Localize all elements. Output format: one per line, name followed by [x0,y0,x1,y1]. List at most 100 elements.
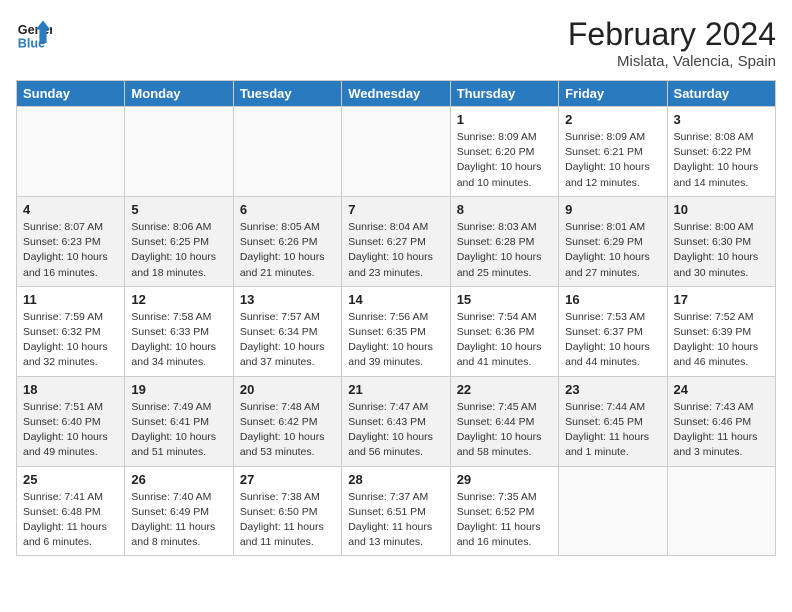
svg-text:General: General [18,23,52,37]
calendar-cell [17,107,125,197]
calendar-cell [125,107,233,197]
day-number: 4 [23,202,118,217]
main-title: February 2024 [568,16,776,53]
day-info: Sunrise: 8:04 AM Sunset: 6:27 PM Dayligh… [348,220,443,281]
day-number: 25 [23,472,118,487]
day-number: 12 [131,292,226,307]
day-number: 26 [131,472,226,487]
calendar-cell: 11 Sunrise: 7:59 AM Sunset: 6:32 PM Dayli… [17,286,125,376]
day-number: 6 [240,202,335,217]
day-header-saturday: Saturday [667,81,775,107]
calendar-cell: 22 Sunrise: 7:45 AM Sunset: 6:44 PM Dayli… [450,376,558,466]
day-number: 15 [457,292,552,307]
title-area: February 2024 Mislata, Valencia, Spain [568,16,776,70]
calendar-table: SundayMondayTuesdayWednesdayThursdayFrid… [16,80,776,556]
day-info: Sunrise: 7:40 AM Sunset: 6:49 PM Dayligh… [131,490,226,551]
calendar-cell: 28Sunrise: 7:37 AM Sunset: 6:51 PM Dayli… [342,466,450,556]
day-info: Sunrise: 8:05 AM Sunset: 6:26 PM Dayligh… [240,220,335,281]
day-number: 5 [131,202,226,217]
day-number: 7 [348,202,443,217]
calendar-cell: 20Sunrise: 7:48 AM Sunset: 6:42 PM Dayli… [233,376,341,466]
day-number: 10 [674,202,769,217]
day-info: Sunrise: 7:41 AM Sunset: 6:48 PM Dayligh… [23,490,118,551]
calendar-cell: 14 Sunrise: 7:56 AM Sunset: 6:35 PM Dayli… [342,286,450,376]
day-number: 3 [674,112,769,127]
day-number: 13 [240,292,335,307]
calendar-week-3: 11 Sunrise: 7:59 AM Sunset: 6:32 PM Dayli… [17,286,776,376]
day-number: 1 [457,112,552,127]
calendar-cell: 13 Sunrise: 7:57 AM Sunset: 6:34 PM Dayli… [233,286,341,376]
day-number: 9 [565,202,660,217]
calendar-week-2: 4 Sunrise: 8:07 AM Sunset: 6:23 PM Daylig… [17,196,776,286]
day-info: Sunrise: 7:59 AM Sunset: 6:32 PM Dayligh… [23,310,118,371]
logo-icon: General Blue [16,16,52,52]
day-number: 21 [348,382,443,397]
day-number: 2 [565,112,660,127]
calendar-week-1: 1 Sunrise: 8:09 AM Sunset: 6:20 PM Daylig… [17,107,776,197]
logo: General Blue [16,16,52,52]
day-info: Sunrise: 7:51 AM Sunset: 6:40 PM Dayligh… [23,400,118,461]
calendar-week-4: 18 Sunrise: 7:51 AM Sunset: 6:40 PM Dayli… [17,376,776,466]
day-info: Sunrise: 8:07 AM Sunset: 6:23 PM Dayligh… [23,220,118,281]
day-info: Sunrise: 7:53 AM Sunset: 6:37 PM Dayligh… [565,310,660,371]
day-header-monday: Monday [125,81,233,107]
calendar-cell [233,107,341,197]
day-info: Sunrise: 7:54 AM Sunset: 6:36 PM Dayligh… [457,310,552,371]
calendar-week-5: 25 Sunrise: 7:41 AM Sunset: 6:48 PM Dayli… [17,466,776,556]
page-header: General Blue February 2024 Mislata, Vale… [16,16,776,70]
day-info: Sunrise: 7:35 AM Sunset: 6:52 PM Dayligh… [457,490,552,551]
calendar-cell: 29Sunrise: 7:35 AM Sunset: 6:52 PM Dayli… [450,466,558,556]
day-info: Sunrise: 7:43 AM Sunset: 6:46 PM Dayligh… [674,400,769,461]
day-info: Sunrise: 8:08 AM Sunset: 6:22 PM Dayligh… [674,130,769,191]
day-info: Sunrise: 7:38 AM Sunset: 6:50 PM Dayligh… [240,490,335,551]
day-info: Sunrise: 7:58 AM Sunset: 6:33 PM Dayligh… [131,310,226,371]
calendar-cell: 18 Sunrise: 7:51 AM Sunset: 6:40 PM Dayli… [17,376,125,466]
day-number: 17 [674,292,769,307]
day-info: Sunrise: 8:09 AM Sunset: 6:20 PM Dayligh… [457,130,552,191]
calendar-cell: 5Sunrise: 8:06 AM Sunset: 6:25 PM Daylig… [125,196,233,286]
calendar-cell: 1 Sunrise: 8:09 AM Sunset: 6:20 PM Daylig… [450,107,558,197]
day-info: Sunrise: 7:45 AM Sunset: 6:44 PM Dayligh… [457,400,552,461]
calendar-cell: 21 Sunrise: 7:47 AM Sunset: 6:43 PM Dayli… [342,376,450,466]
calendar-cell: 2 Sunrise: 8:09 AM Sunset: 6:21 PM Daylig… [559,107,667,197]
day-number: 18 [23,382,118,397]
calendar-cell: 27Sunrise: 7:38 AM Sunset: 6:50 PM Dayli… [233,466,341,556]
calendar-cell: 15 Sunrise: 7:54 AM Sunset: 6:36 PM Dayli… [450,286,558,376]
day-number: 23 [565,382,660,397]
calendar-cell: 6 Sunrise: 8:05 AM Sunset: 6:26 PM Daylig… [233,196,341,286]
calendar-cell: 17 Sunrise: 7:52 AM Sunset: 6:39 PM Dayli… [667,286,775,376]
calendar-cell: 25 Sunrise: 7:41 AM Sunset: 6:48 PM Dayli… [17,466,125,556]
day-number: 14 [348,292,443,307]
calendar-cell: 4 Sunrise: 8:07 AM Sunset: 6:23 PM Daylig… [17,196,125,286]
calendar-cell: 9Sunrise: 8:01 AM Sunset: 6:29 PM Daylig… [559,196,667,286]
calendar-cell: 16 Sunrise: 7:53 AM Sunset: 6:37 PM Dayli… [559,286,667,376]
day-header-wednesday: Wednesday [342,81,450,107]
calendar-cell: 19 Sunrise: 7:49 AM Sunset: 6:41 PM Dayli… [125,376,233,466]
subtitle: Mislata, Valencia, Spain [568,53,776,70]
day-number: 22 [457,382,552,397]
day-info: Sunrise: 8:09 AM Sunset: 6:21 PM Dayligh… [565,130,660,191]
calendar-cell: 3 Sunrise: 8:08 AM Sunset: 6:22 PM Daylig… [667,107,775,197]
day-info: Sunrise: 7:52 AM Sunset: 6:39 PM Dayligh… [674,310,769,371]
day-info: Sunrise: 7:49 AM Sunset: 6:41 PM Dayligh… [131,400,226,461]
calendar-cell: 12 Sunrise: 7:58 AM Sunset: 6:33 PM Dayli… [125,286,233,376]
day-header-friday: Friday [559,81,667,107]
day-number: 24 [674,382,769,397]
day-number: 16 [565,292,660,307]
calendar-cell [667,466,775,556]
day-number: 11 [23,292,118,307]
calendar-cell: 23 Sunrise: 7:44 AM Sunset: 6:45 PM Dayli… [559,376,667,466]
calendar-cell: 7 Sunrise: 8:04 AM Sunset: 6:27 PM Daylig… [342,196,450,286]
day-info: Sunrise: 7:57 AM Sunset: 6:34 PM Dayligh… [240,310,335,371]
calendar-cell: 24 Sunrise: 7:43 AM Sunset: 6:46 PM Dayli… [667,376,775,466]
calendar-cell: 8Sunrise: 8:03 AM Sunset: 6:28 PM Daylig… [450,196,558,286]
day-header-thursday: Thursday [450,81,558,107]
day-info: Sunrise: 7:56 AM Sunset: 6:35 PM Dayligh… [348,310,443,371]
day-number: 19 [131,382,226,397]
day-info: Sunrise: 7:37 AM Sunset: 6:51 PM Dayligh… [348,490,443,551]
calendar-header-row: SundayMondayTuesdayWednesdayThursdayFrid… [17,81,776,107]
day-header-tuesday: Tuesday [233,81,341,107]
day-info: Sunrise: 7:47 AM Sunset: 6:43 PM Dayligh… [348,400,443,461]
calendar-cell: 10Sunrise: 8:00 AM Sunset: 6:30 PM Dayli… [667,196,775,286]
day-info: Sunrise: 7:44 AM Sunset: 6:45 PM Dayligh… [565,400,660,461]
